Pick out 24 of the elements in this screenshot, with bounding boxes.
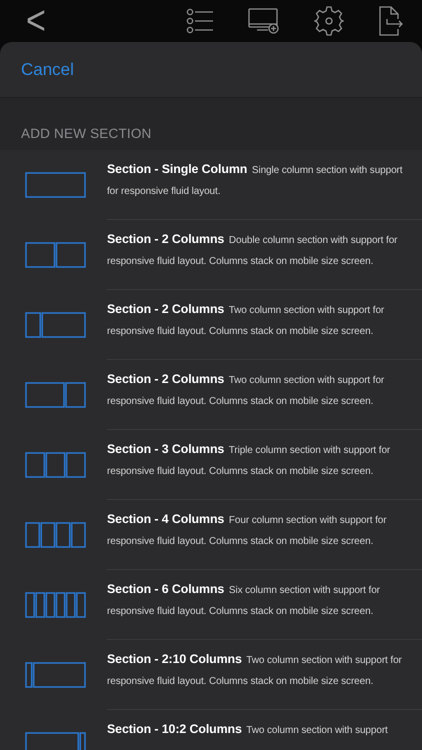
section-option[interactable]: Section - 2 Columns Double column section with support for responsive fluid layout. Columns stack on mobile size screen. [107,229,412,272]
column-layout-icon [25,522,86,548]
section-option[interactable]: Section - 4 Columns Four column section with support for responsive fluid layout. Columns stack on mobile size screen. [107,509,412,552]
section-option[interactable]: Section - 2:10 Columns Two column section with support for responsive fluid layout. Columns stack on mobile size screen. [107,649,412,692]
section-option[interactable]: Section - Single Column Single column section with support for responsive fluid layout. [107,159,412,202]
cancel-button[interactable]: Cancel [21,56,74,82]
section-option[interactable]: Section - 10:2 Columns Two column section with support [107,719,388,741]
section-option[interactable]: Section - 3 Columns Triple column section with support for responsive fluid layout. Columns stack on mobile size screen. [107,439,412,482]
column-layout-icon [25,662,86,688]
document-export-icon[interactable] [378,6,404,36]
section-option[interactable]: Section - 6 Columns Six column section with support for responsive fluid layout. Columns stack on mobile size screen. [107,579,412,622]
column-layout-icon [25,312,86,338]
column-layout-icon [25,382,86,408]
section-option[interactable]: Section - 2 Columns Two column section with support for responsive fluid layout. Columns stack on mobile size screen. [107,369,412,412]
column-layout-icon [25,172,86,198]
back-button[interactable]: < [26,0,46,42]
column-layout-icon [25,242,86,268]
settings-icon[interactable] [314,6,344,36]
column-layout-icon [25,452,86,478]
list-icon[interactable] [186,8,214,34]
column-layout-icon [25,592,86,618]
section-option[interactable]: Section - 2 Columns Two column section with support for responsive fluid layout. Columns stack on mobile size screen. [107,299,412,342]
monitor-add-icon[interactable] [248,8,280,34]
section-header: ADD NEW SECTION [21,124,152,143]
